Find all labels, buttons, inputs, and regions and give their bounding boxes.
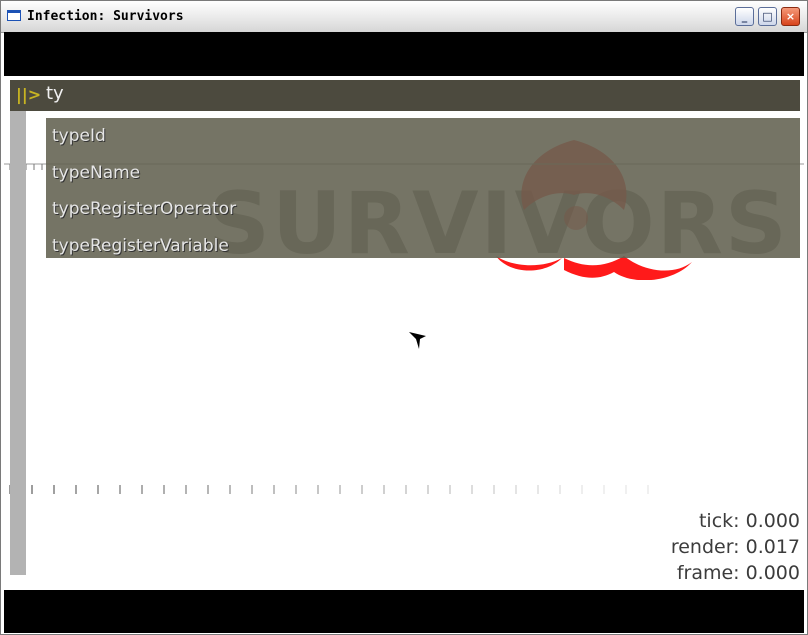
minimize-button[interactable]: _ xyxy=(735,7,754,26)
autocomplete-item[interactable]: typeId xyxy=(46,118,800,155)
letterbox-top xyxy=(4,32,804,76)
game-viewport[interactable]: SURVIVORS xyxy=(4,32,804,633)
stat-tick: tick: 0.000 xyxy=(698,510,800,532)
stat-render: render: 0.017 xyxy=(670,536,800,558)
performance-stats: tick: 0.000 render: 0.017 frame: 0.000 xyxy=(671,508,800,586)
game-window: Infection: Survivors _ □ × SURVIVORS xyxy=(0,0,808,635)
autocomplete-list: typeId typeName typeRegisterOperator typ… xyxy=(46,118,800,258)
stat-frame: frame: 0.000 xyxy=(676,562,800,584)
mouse-cursor-icon xyxy=(409,332,426,349)
console-scrollbar[interactable] xyxy=(10,111,26,575)
console-input[interactable]: ty xyxy=(46,83,64,104)
autocomplete-item[interactable]: typeRegisterVariable xyxy=(46,228,800,265)
console-prompt: ||> xyxy=(16,85,42,104)
ruler-bottom xyxy=(4,485,684,494)
maximize-button[interactable]: □ xyxy=(758,7,777,26)
autocomplete-item[interactable]: typeRegisterOperator xyxy=(46,191,800,228)
window-title: Infection: Survivors xyxy=(27,9,184,24)
app-window-icon xyxy=(7,10,21,21)
autocomplete-item[interactable]: typeName xyxy=(46,155,800,192)
console-input-bar[interactable]: ||> ty xyxy=(10,80,800,111)
title-bar[interactable]: Infection: Survivors _ □ × xyxy=(1,1,807,33)
close-button[interactable]: × xyxy=(781,7,800,26)
letterbox-bottom xyxy=(4,590,804,633)
